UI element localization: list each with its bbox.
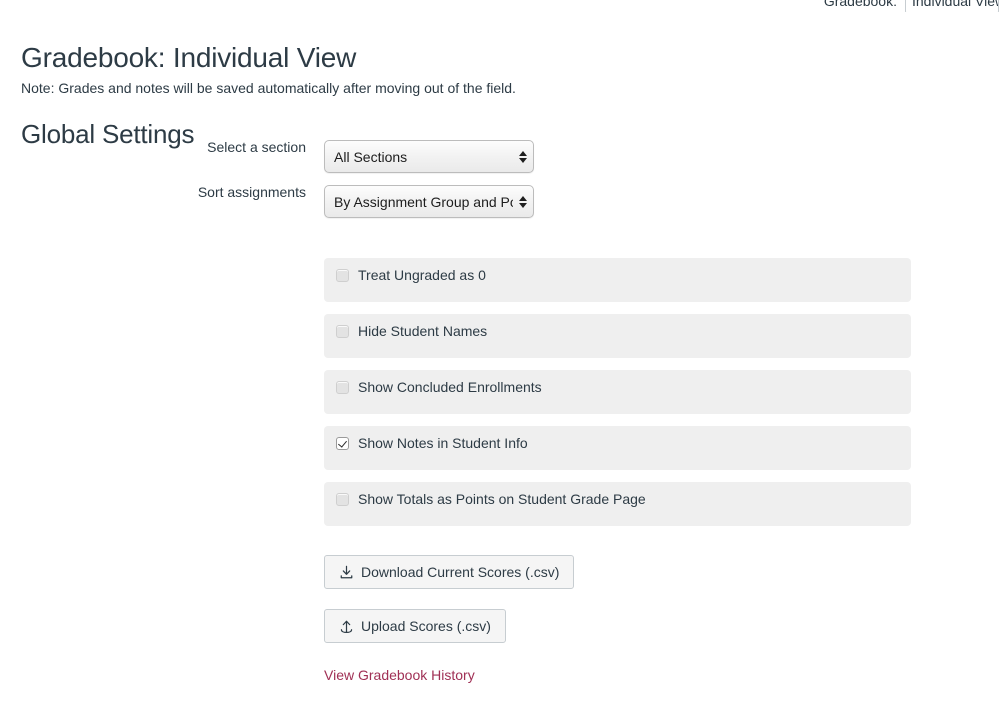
view-gradebook-history-link[interactable]: View Gradebook History (324, 667, 475, 683)
checkbox-show-notes-in-student-info-panel[interactable]: Show Notes in Student Info (324, 426, 911, 470)
checkbox-treat-ungraded-as-zero-panel[interactable]: Treat Ungraded as 0 (324, 258, 911, 302)
gradebook-individual-view-page: Gradebook: Individual View Note: Grades … (0, 0, 999, 724)
page-title: Gradebook: Individual View (21, 41, 357, 73)
checkbox-hide-student-names-label: Hide Student Names (358, 323, 488, 339)
upload-icon (340, 620, 353, 633)
checkbox-show-totals-as-points-panel[interactable]: Show Totals as Points on Student Grade P… (324, 482, 911, 526)
checkbox-show-concluded-enrollments-panel[interactable]: Show Concluded Enrollments (324, 370, 911, 414)
upload-scores-button[interactable]: Upload Scores (.csv) (324, 609, 506, 643)
download-current-scores-label: Download Current Scores (.csv) (361, 564, 560, 580)
checkbox-hide-student-names[interactable] (336, 324, 349, 338)
checkbox-show-totals-as-points[interactable] (336, 492, 349, 506)
upload-scores-label: Upload Scores (.csv) (361, 618, 491, 634)
checkbox-show-notes-in-student-info-label: Show Notes in Student Info (358, 435, 528, 451)
download-current-scores-button[interactable]: Download Current Scores (.csv) (324, 555, 575, 589)
sort-assignments-select[interactable]: By Assignment Group and Posit (324, 185, 534, 218)
sort-assignments-select-stepper-icon[interactable] (513, 186, 533, 217)
checkbox-show-notes-in-student-info[interactable] (336, 436, 349, 450)
section-select-stepper-icon[interactable] (513, 141, 533, 172)
checkbox-treat-ungraded-as-zero[interactable] (336, 268, 349, 282)
section-select[interactable]: All Sections (324, 140, 534, 173)
page-note: Note: Grades and notes will be saved aut… (21, 80, 516, 96)
checkbox-show-concluded-enrollments-label: Show Concluded Enrollments (358, 379, 542, 395)
checkbox-show-totals-as-points-label: Show Totals as Points on Student Grade P… (358, 491, 646, 507)
checkbox-treat-ungraded-as-zero-label: Treat Ungraded as 0 (358, 267, 486, 283)
sort-assignments-select-value: By Assignment Group and Posit (334, 193, 513, 210)
section-select-value: All Sections (334, 148, 408, 165)
section-select-label: Select a section (207, 139, 306, 155)
download-icon (340, 565, 353, 578)
checkbox-hide-student-names-panel[interactable]: Hide Student Names (324, 314, 911, 358)
sort-assignments-select-label: Sort assignments (197, 184, 306, 200)
checkbox-show-concluded-enrollments[interactable] (336, 380, 349, 394)
